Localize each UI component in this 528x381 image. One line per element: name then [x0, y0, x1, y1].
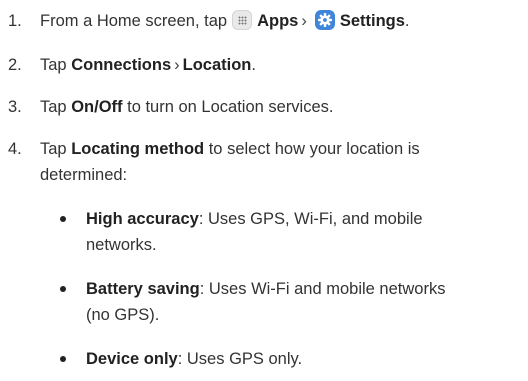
- apps-grid-icon: [232, 10, 253, 30]
- bullet-description: : Uses GPS only.: [177, 350, 303, 368]
- step-suffix: to select how your location is: [208, 140, 420, 158]
- bullet-dot: [60, 216, 66, 222]
- bullet-description: : Uses GPS, Wi-Fi, and mobile: [198, 210, 423, 228]
- apps-label: Apps: [257, 12, 299, 30]
- step-text: Tap Connections › Location.: [40, 52, 510, 78]
- onoff-label: On/Off: [71, 98, 123, 116]
- step-prefix: From a Home screen, tap: [40, 12, 228, 30]
- bullet-dot: [60, 356, 66, 362]
- step-suffix: .: [251, 56, 256, 74]
- locating-method-label: Locating method: [71, 140, 205, 158]
- step-prefix: Tap: [40, 56, 67, 74]
- connections-label: Connections: [71, 56, 172, 74]
- bullet-text-continued: networks.: [86, 236, 157, 254]
- step-suffix: to turn on Location services.: [127, 98, 334, 116]
- step-prefix: Tap: [40, 140, 67, 158]
- settings-gear-icon: [314, 10, 335, 30]
- location-label: Location: [182, 56, 252, 74]
- separator-chevron: ›: [301, 12, 307, 30]
- step-suffix: .: [404, 12, 410, 30]
- bullet-dot: [60, 286, 66, 292]
- bullet-title: Battery saving: [86, 280, 200, 298]
- step-text: Tap On/Off to turn on Location services.: [40, 94, 510, 120]
- step-text: From a Home screen, tap Apps › Settings.: [40, 8, 510, 34]
- settings-label: Settings: [339, 12, 405, 30]
- location-instructions: 1. From a Home screen, tap Apps › Settings.…: [0, 0, 528, 381]
- bullet-text: High accuracy: Uses GPS, Wi-Fi, and mobi…: [86, 206, 520, 232]
- bullet-text: Device only: Uses GPS only.: [86, 346, 520, 372]
- bullet-title: High accuracy: [86, 210, 199, 228]
- bullet-text-continued: (no GPS).: [86, 306, 160, 324]
- separator-chevron: ›: [174, 56, 180, 74]
- step-text-continued: determined:: [40, 166, 128, 184]
- bullet-description: : Uses Wi-Fi and mobile networks: [199, 280, 446, 298]
- step-text: Tap Locating method to select how your l…: [40, 136, 510, 162]
- bullet-title: Device only: [86, 350, 178, 368]
- bullet-text: Battery saving: Uses Wi-Fi and mobile ne…: [86, 276, 520, 302]
- step-prefix: Tap: [40, 98, 67, 116]
